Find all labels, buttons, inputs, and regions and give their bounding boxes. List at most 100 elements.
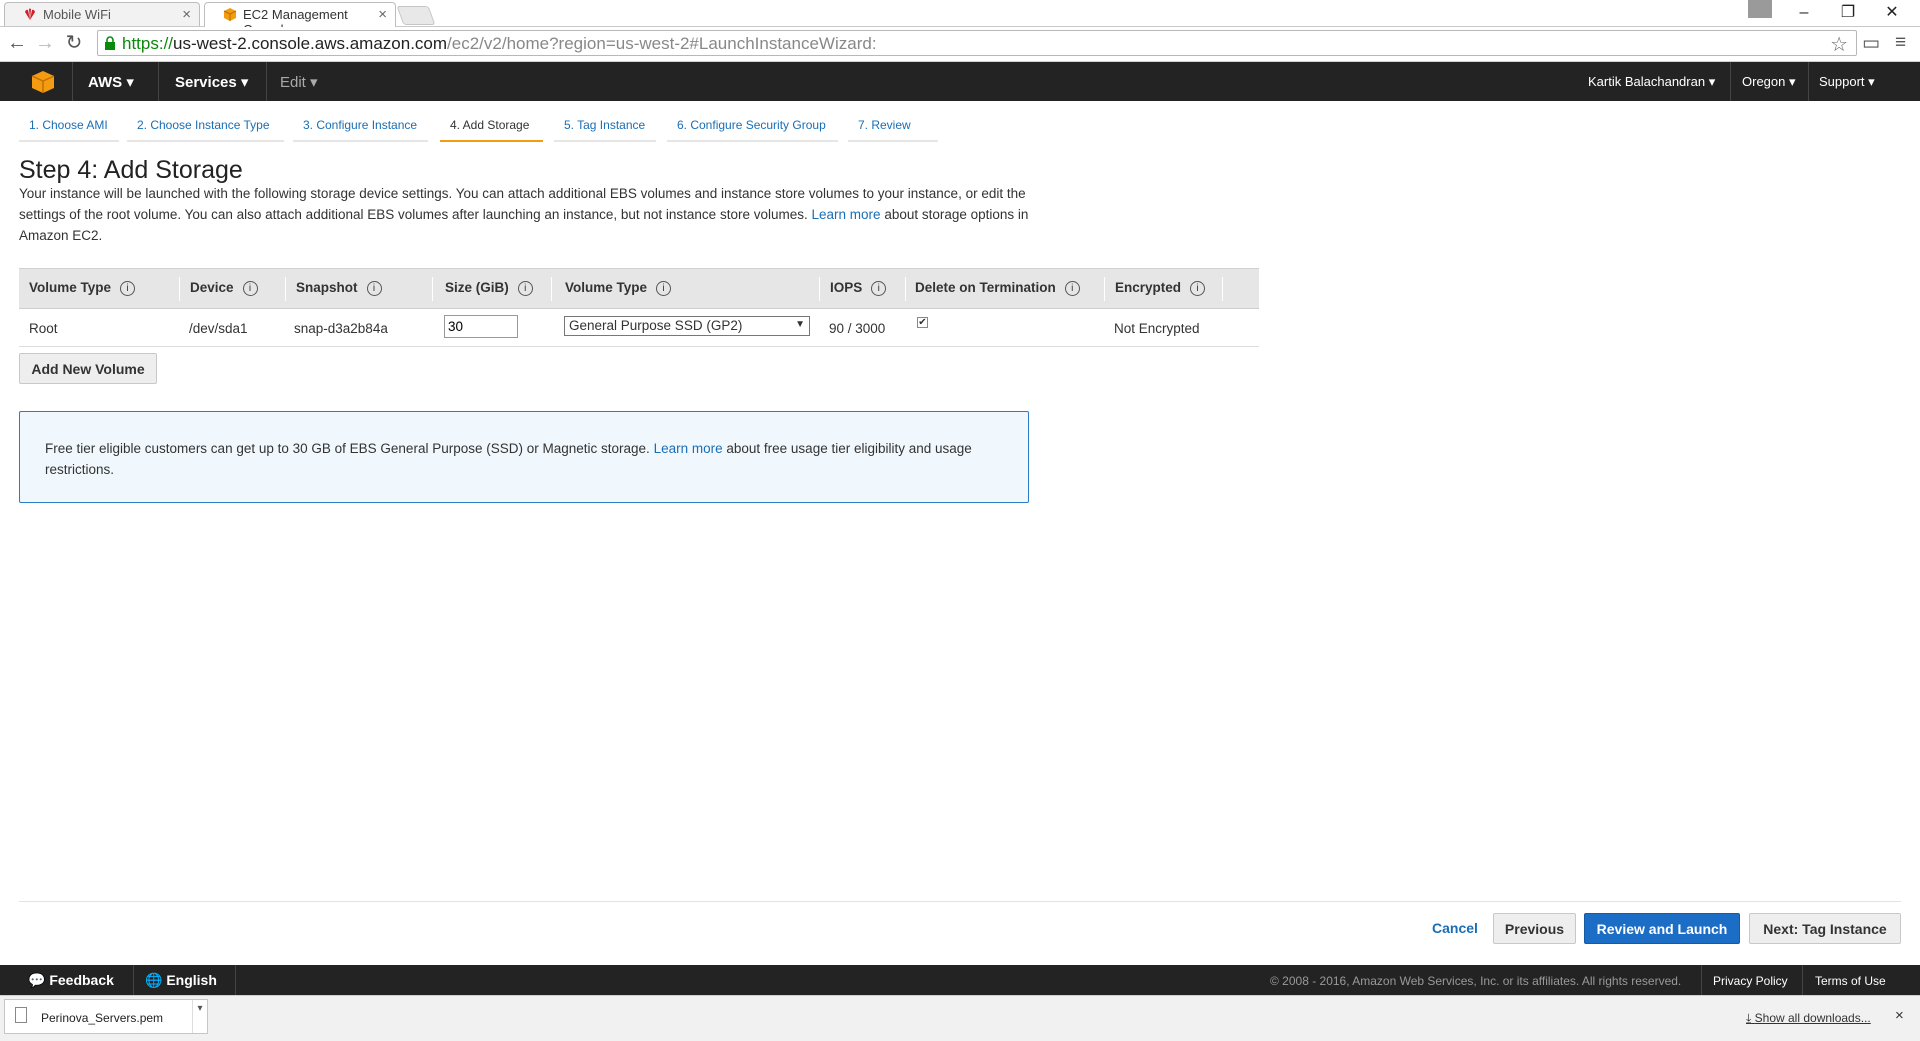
column-divider [551,277,552,301]
free-tier-text: Free tier eligible customers can get up … [45,441,972,477]
footer-divider [1802,965,1803,995]
file-icon [15,1007,27,1023]
aws-cube-icon [223,8,237,21]
wizard-step-configure-instance[interactable]: 3. Configure Instance [293,112,428,142]
column-divider [1104,277,1105,301]
region-menu[interactable]: Oregon ▾ [1742,74,1796,90]
close-icon[interactable]: × [182,6,191,23]
wizard-step-security-group[interactable]: 6. Configure Security Group [667,112,838,142]
back-icon[interactable]: ← [5,31,29,55]
learn-more-link[interactable]: Learn more [812,207,881,222]
info-icon[interactable]: i [517,281,533,296]
privacy-policy-link[interactable]: Privacy Policy [1713,974,1788,988]
aws-logo-icon[interactable] [30,70,56,94]
column-divider [179,277,180,301]
wizard-step-choose-ami[interactable]: 1. Choose AMI [19,112,119,142]
show-all-downloads-link[interactable]: ⤓ Show all downloads... [1746,1011,1871,1026]
nav-divider [266,62,267,101]
delete-on-termination-checkbox[interactable]: ✔ [917,317,928,328]
cancel-link[interactable]: Cancel [1432,920,1478,936]
restore-icon[interactable]: ❐ [1826,0,1870,26]
browser-toolbar: ← → ↻ https://us-west-2.console.aws.amaz… [0,27,1920,62]
chevron-down-icon: ▾ [1789,74,1796,89]
nav-divider [1808,62,1809,101]
cell-encrypted: Not Encrypted [1114,321,1200,336]
feedback-button[interactable]: 💬 Feedback [28,972,114,989]
huawei-icon [25,8,35,20]
user-menu[interactable]: Kartik Balachandran ▾ [1588,74,1715,90]
footer-divider [235,965,236,995]
url-text: https://us-west-2.console.aws.amazon.com… [122,34,877,53]
aws-navbar: AWS ▾ Services ▾ Edit ▾ Kartik Balachand… [0,62,1920,101]
info-icon[interactable]: i [1190,281,1206,296]
browser-tab-ec2[interactable]: EC2 Management Console × [204,2,396,37]
table-header: Volume Type i Device i Snapshot i Size (GiB… [19,268,1259,309]
add-new-volume-button[interactable]: Add New Volume [19,353,157,384]
volume-type-select[interactable]: General Purpose SSD (GP2) ▼ [564,316,810,336]
header-ebs-volume-type: Volume Type i [565,280,672,296]
close-icon[interactable]: × [1895,1007,1904,1024]
language-button[interactable]: 🌐 English [145,972,217,989]
review-and-launch-button[interactable]: Review and Launch [1584,913,1740,944]
speech-bubble-icon: 💬 [28,972,46,988]
support-menu[interactable]: Support ▾ [1819,74,1875,90]
chevron-down-icon: ▾ [1708,74,1716,89]
info-icon[interactable]: i [656,281,672,296]
info-icon[interactable]: i [120,281,136,296]
info-icon[interactable]: i [366,281,382,296]
header-device: Device i [190,280,258,296]
info-icon[interactable]: i [871,281,887,296]
chevron-down-icon[interactable]: ▾ [192,1000,207,1033]
header-volume-type: Volume Type i [29,280,136,296]
previous-button[interactable]: Previous [1493,913,1576,944]
download-icon: ⤓ [1746,1011,1752,1025]
edit-menu[interactable]: Edit ▾ [280,73,318,91]
forward-icon[interactable]: → [33,31,57,55]
column-divider [1222,277,1223,301]
aws-menu[interactable]: AWS ▾ [88,73,134,91]
info-icon[interactable]: i [242,281,258,296]
divider [19,901,1901,902]
download-filename: Perinova_Servers.pem [41,1011,164,1025]
page-title: Step 4: Add Storage [19,156,243,184]
column-divider [285,277,286,301]
menu-icon[interactable]: ≡ [1895,32,1906,54]
info-icon[interactable]: i [1064,281,1080,296]
bookmark-star-icon[interactable]: ☆ [1830,32,1848,57]
close-icon[interactable]: × [378,6,387,23]
tab-title: Mobile WiFi [43,7,111,22]
terms-of-use-link[interactable]: Terms of Use [1815,974,1886,988]
free-tier-info-box: Free tier eligible customers can get up … [19,411,1029,503]
column-divider [905,277,906,301]
browser-tab-mobile-wifi[interactable]: Mobile WiFi × [4,2,200,26]
chevron-down-icon: ▾ [240,74,249,91]
new-tab-button[interactable] [396,6,436,25]
cell-device: /dev/sda1 [189,321,248,336]
profile-icon[interactable] [1748,0,1772,18]
footer-divider [1701,965,1702,995]
cell-snapshot: snap-d3a2b84a [294,321,388,336]
header-size: Size (GiB) i [445,280,533,296]
cast-icon[interactable]: ▭ [1862,32,1880,55]
header-encrypted: Encrypted i [1115,280,1206,296]
storage-table: Volume Type i Device i Snapshot i Size (GiB… [19,268,1259,347]
footer-divider [133,965,134,995]
next-tag-instance-button[interactable]: Next: Tag Instance [1749,913,1901,944]
nav-divider [72,62,73,101]
wizard-step-add-storage[interactable]: 4. Add Storage [440,112,543,142]
size-input[interactable] [444,315,518,338]
minimize-icon[interactable]: – [1782,0,1826,26]
services-menu[interactable]: Services ▾ [175,73,248,91]
free-tier-learn-more-link[interactable]: Learn more [654,441,723,456]
dropdown-arrow-icon: ▼ [795,319,805,330]
chevron-down-icon: ▾ [126,74,134,91]
wizard-step-tag-instance[interactable]: 5. Tag Instance [554,112,656,142]
reload-icon[interactable]: ↻ [62,31,86,55]
wizard-step-review[interactable]: 7. Review [848,112,938,142]
wizard-step-instance-type[interactable]: 2. Choose Instance Type [127,112,284,142]
address-bar[interactable]: https://us-west-2.console.aws.amazon.com… [97,30,1857,56]
intro-paragraph: Your instance will be launched with the … [19,186,1029,243]
table-row: Root /dev/sda1 snap-d3a2b84a General Pur… [19,309,1259,347]
download-item[interactable]: Perinova_Servers.pem ▾ [4,999,208,1034]
window-close-icon[interactable]: ✕ [1870,0,1914,26]
